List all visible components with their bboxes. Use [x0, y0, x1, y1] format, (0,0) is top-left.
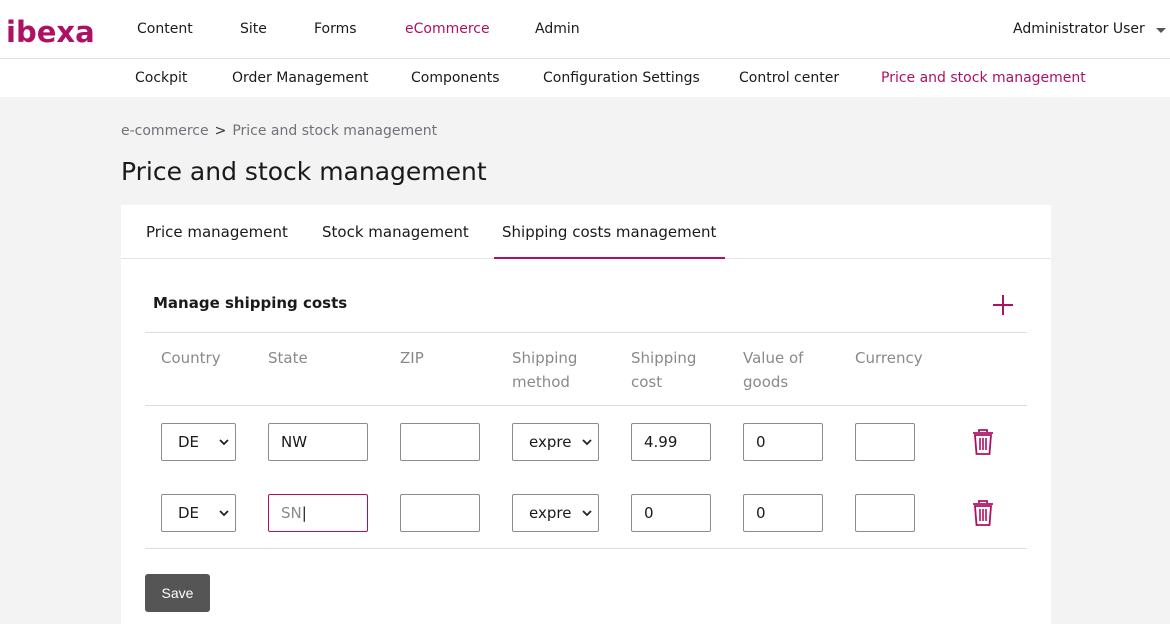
- sub-nav-price-and-stock[interactable]: Price and stock management: [881, 70, 1086, 86]
- column-header-currency: Currency: [855, 349, 923, 367]
- sub-nav-cockpit[interactable]: Cockpit: [135, 70, 187, 86]
- chevron-down-icon: [582, 510, 592, 517]
- chevron-down-icon: [219, 439, 229, 446]
- tab-stock-management[interactable]: Stock management: [322, 223, 469, 241]
- zip-input[interactable]: [400, 494, 480, 532]
- top-nav-site[interactable]: Site: [240, 21, 267, 37]
- secondary-navigation-bar: Cockpit Order Management Components Conf…: [0, 59, 1170, 97]
- top-nav-admin[interactable]: Admin: [535, 21, 580, 37]
- country-select[interactable]: DE: [161, 494, 236, 532]
- currency-input[interactable]: [855, 423, 915, 461]
- breadcrumb-ecommerce[interactable]: e-commerce: [121, 123, 209, 139]
- add-row-button[interactable]: [993, 295, 1013, 315]
- active-tab-indicator: [494, 257, 725, 259]
- ibexa-logo[interactable]: ibexa: [6, 17, 98, 47]
- breadcrumb-current: Price and stock management: [232, 123, 438, 139]
- chevron-down-icon: [582, 439, 592, 446]
- column-header-shipping-cost: Shipping cost: [631, 349, 697, 391]
- chevron-down-icon: [219, 510, 229, 517]
- currency-input[interactable]: [855, 494, 915, 532]
- divider: [145, 548, 1027, 549]
- top-navigation-bar: ibexa Content Site Forms eCommerce Admin…: [0, 0, 1170, 59]
- column-header-zip: ZIP: [400, 349, 424, 367]
- section-title: Manage shipping costs: [153, 294, 348, 312]
- column-header-state: State: [268, 349, 308, 367]
- tab-bar: Price management Stock management Shippi…: [121, 205, 1051, 259]
- trash-icon[interactable]: [972, 500, 994, 526]
- content-panel: Price management Stock management Shippi…: [121, 205, 1051, 624]
- divider: [145, 405, 1027, 406]
- top-nav-content[interactable]: Content: [137, 21, 193, 37]
- chevron-down-icon[interactable]: [1156, 28, 1166, 33]
- shipping-cost-input[interactable]: 0: [631, 494, 711, 532]
- value-of-goods-input[interactable]: 0: [743, 423, 823, 461]
- breadcrumb-separator: >: [214, 123, 227, 139]
- sub-nav-components[interactable]: Components: [411, 70, 500, 86]
- shipping-method-select[interactable]: expre: [512, 423, 599, 461]
- divider: [145, 332, 1027, 333]
- top-nav-forms[interactable]: Forms: [314, 21, 357, 37]
- sub-nav-control-center[interactable]: Control center: [739, 70, 839, 86]
- column-header-shipping-method: Shipping method: [512, 349, 578, 391]
- sub-nav-order-management[interactable]: Order Management: [232, 70, 368, 86]
- top-nav-ecommerce[interactable]: eCommerce: [405, 21, 490, 37]
- trash-icon[interactable]: [972, 429, 994, 455]
- column-header-country: Country: [161, 349, 221, 367]
- state-input[interactable]: NW: [268, 423, 368, 461]
- sub-nav-configuration-settings[interactable]: Configuration Settings: [543, 70, 700, 86]
- page-title: Price and stock management: [121, 157, 487, 186]
- country-select[interactable]: DE: [161, 423, 236, 461]
- tab-shipping-costs-management[interactable]: Shipping costs management: [502, 223, 716, 241]
- breadcrumb: e-commerce > Price and stock management: [121, 123, 437, 139]
- tab-price-management[interactable]: Price management: [146, 223, 288, 241]
- zip-input[interactable]: [400, 423, 480, 461]
- shipping-method-select[interactable]: expre: [512, 494, 599, 532]
- shipping-cost-input[interactable]: 4.99: [631, 423, 711, 461]
- column-header-value-of-goods: Value of goods: [743, 349, 804, 391]
- user-menu[interactable]: Administrator User: [1013, 21, 1145, 37]
- svg-text:ibexa: ibexa: [6, 17, 95, 47]
- value-of-goods-input[interactable]: 0: [743, 494, 823, 532]
- save-button[interactable]: Save: [145, 574, 210, 612]
- state-input[interactable]: SN|: [268, 494, 368, 532]
